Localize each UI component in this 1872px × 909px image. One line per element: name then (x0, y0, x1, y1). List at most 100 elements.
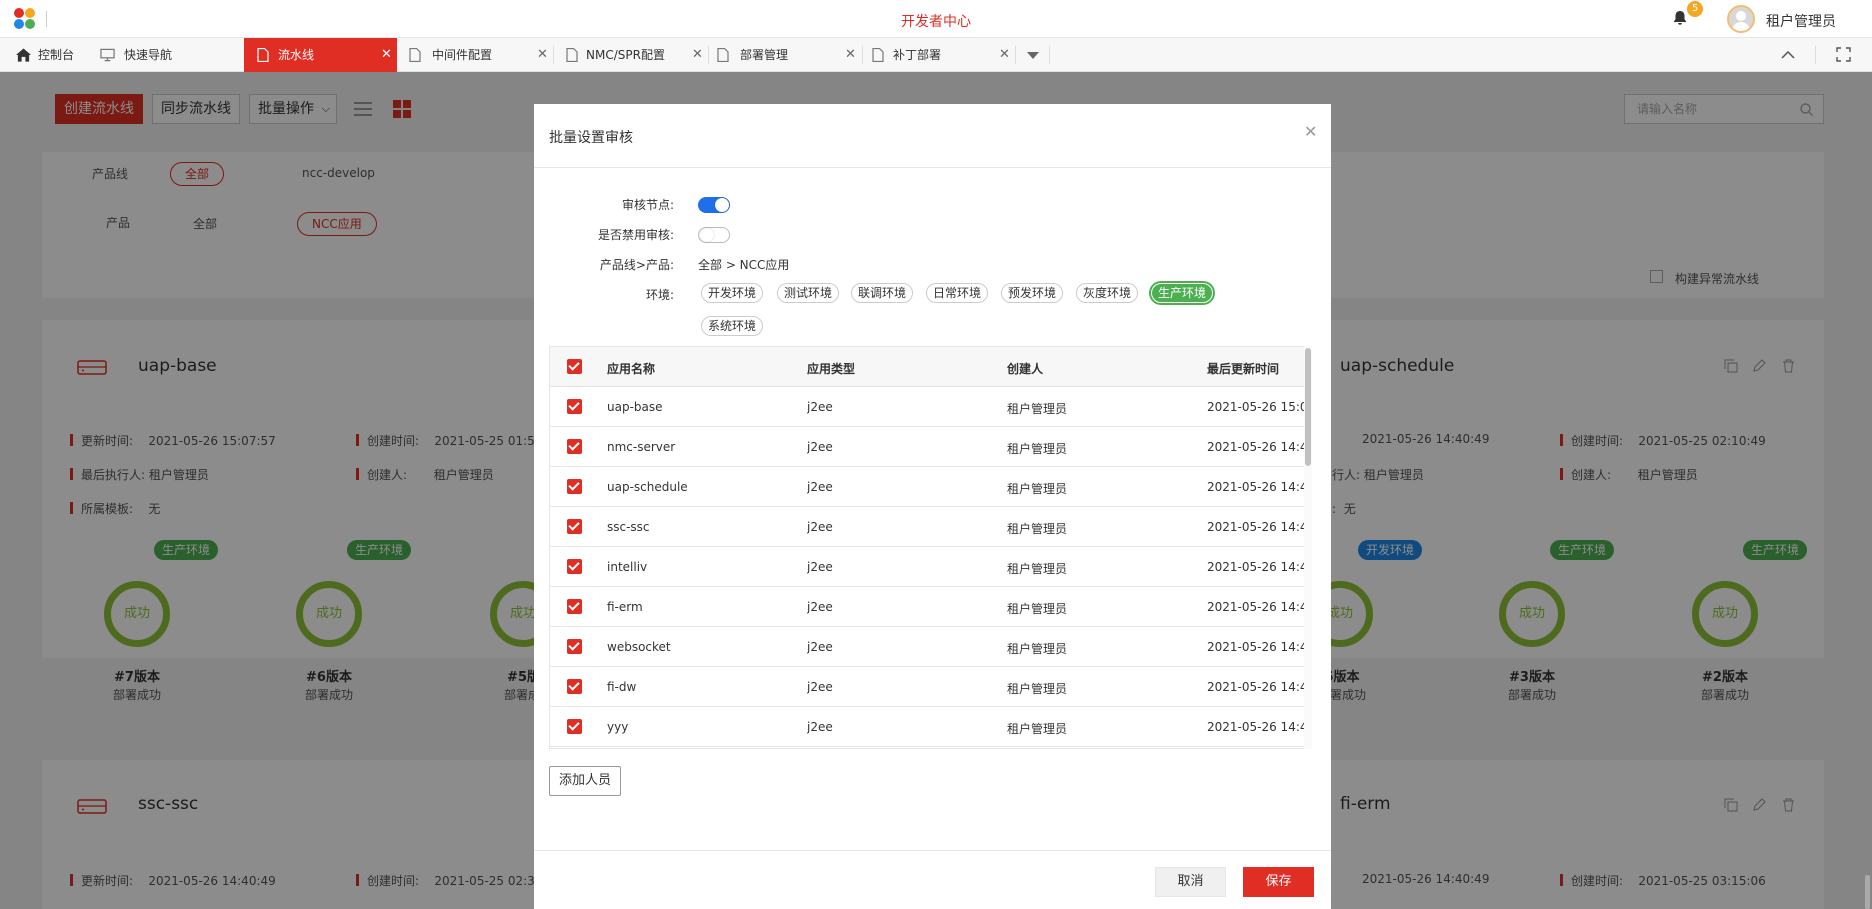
audit-node-toggle[interactable] (698, 197, 730, 213)
env-chip-test[interactable]: 测试环境 (777, 283, 840, 303)
env-chip-gray[interactable]: 灰度环境 (1076, 283, 1139, 303)
table-row[interactable]: websocket j2ee 租户管理员 2021-05-26 14:40: (550, 627, 1309, 667)
tab-console[interactable]: 控制台 (0, 38, 98, 72)
row-checkbox[interactable] (567, 399, 582, 414)
bell-icon[interactable] (1672, 10, 1688, 26)
row-checkbox[interactable] (567, 639, 582, 654)
tab-deploy-mgmt[interactable]: 部署管理 ✕ (709, 38, 862, 72)
cell-app-name: nmc-server (607, 440, 676, 454)
add-person-button[interactable]: 添加人员 (549, 766, 621, 796)
fullscreen-icon[interactable] (1836, 47, 1851, 62)
row-checkbox[interactable] (567, 679, 582, 694)
table-row[interactable]: nmc-server j2ee 租户管理员 2021-05-26 14:40: (550, 427, 1309, 467)
table-row[interactable]: fi-erm j2ee 租户管理员 2021-05-26 14:40: (550, 587, 1309, 627)
cell-creator: 租户管理员 (1007, 482, 1068, 496)
cell-app-name: uap-base (607, 400, 663, 414)
scroll-thumb[interactable] (1305, 348, 1311, 466)
app-title: 开发者中心 (901, 14, 971, 30)
env-chip-pre[interactable]: 预发环境 (1001, 283, 1064, 303)
tab-label: 中间件配置 (432, 48, 493, 62)
tab-quick-nav[interactable]: 快速导航 (98, 38, 244, 72)
env-chip-prod[interactable]: 生产环境 (1151, 283, 1214, 303)
row-checkbox[interactable] (567, 599, 582, 614)
user-name[interactable]: 租户管理员 (1766, 11, 1836, 31)
table-row[interactable]: ssc-ssc j2ee 租户管理员 2021-05-26 14:40: (550, 507, 1309, 547)
tab-middleware[interactable]: 中间件配置 ✕ (397, 38, 553, 72)
cell-app-type: j2ee (807, 440, 833, 454)
table-scrollbar[interactable] (1304, 346, 1312, 749)
env-chip-daily[interactable]: 日常环境 (926, 283, 989, 303)
cell-app-type: j2ee (807, 520, 833, 534)
page-scrollbar[interactable] (1865, 875, 1870, 909)
cell-creator: 租户管理员 (1007, 402, 1068, 416)
chevron-down-icon (1027, 52, 1039, 59)
close-icon[interactable]: ✕ (1304, 122, 1317, 141)
close-icon[interactable]: ✕ (381, 38, 392, 72)
env-chip-dev[interactable]: 开发环境 (701, 283, 764, 303)
audit-node-label: 审核节点: (621, 198, 674, 212)
file-icon (257, 48, 269, 62)
column-header-app-type[interactable]: 应用类型 (807, 360, 855, 377)
tab-label: 流水线 (278, 48, 315, 62)
cell-app-name: fi-dw (607, 680, 637, 694)
tab-pipeline[interactable]: 流水线 ✕ (244, 38, 397, 72)
column-header-creator[interactable]: 创建人 (1007, 360, 1043, 377)
cell-app-name: uap-schedule (607, 480, 688, 494)
row-checkbox[interactable] (567, 519, 582, 534)
row-checkbox[interactable] (567, 719, 582, 734)
path-label: 产品线>产品: (599, 258, 674, 272)
tab-label: 补丁部署 (893, 48, 942, 62)
cell-app-name: ssc-ssc (607, 520, 650, 534)
tab-label: NMC/SPR配置 (586, 48, 665, 62)
cell-updated: 2021-05-26 15:07: (1207, 400, 1307, 414)
cell-creator: 租户管理员 (1007, 682, 1068, 696)
close-icon[interactable]: ✕ (537, 38, 548, 72)
cell-app-type: j2ee (807, 400, 833, 414)
cell-creator: 租户管理员 (1007, 562, 1068, 576)
disable-audit-label: 是否禁用审核: (597, 228, 674, 242)
table-row[interactable]: fi-dw j2ee 租户管理员 2021-05-26 14:40: (550, 667, 1309, 707)
table-row[interactable]: uap-base j2ee 租户管理员 2021-05-26 15:07: (550, 387, 1309, 427)
table-row[interactable]: uap-schedule j2ee 租户管理员 2021-05-26 14:40: (550, 467, 1309, 507)
file-icon (566, 48, 578, 62)
cell-updated: 2021-05-26 14:40: (1207, 520, 1307, 534)
cancel-button[interactable]: 取消 (1155, 867, 1226, 897)
tab-nmc-spr[interactable]: NMC/SPR配置 ✕ (554, 38, 708, 72)
tab-label: 部署管理 (740, 48, 789, 62)
modal-footer-divider (534, 850, 1331, 851)
top-bar: 开发者中心 5 租户管理员 (0, 0, 1872, 38)
close-icon[interactable]: ✕ (845, 38, 856, 72)
save-button[interactable]: 保存 (1243, 867, 1314, 897)
cell-creator: 租户管理员 (1007, 442, 1068, 456)
column-header-updated[interactable]: 最后更新时间 (1207, 360, 1279, 377)
disable-audit-toggle[interactable] (698, 227, 730, 243)
close-icon[interactable]: ✕ (999, 38, 1010, 72)
notification-badge: 5 (1687, 1, 1703, 17)
tab-divider (1815, 46, 1816, 64)
table-row[interactable]: yyy j2ee 租户管理员 2021-05-26 14:40: (550, 707, 1309, 747)
row-checkbox[interactable] (567, 559, 582, 574)
tab-bar: 控制台 快速导航 流水线 ✕ 中间件配置 ✕ NMC/SPR配置 ✕ 部署管理 … (0, 38, 1872, 72)
cell-updated: 2021-05-26 14:40: (1207, 680, 1307, 694)
cell-app-type: j2ee (807, 640, 833, 654)
cell-app-name: intelliv (607, 560, 648, 574)
env-chip-integration[interactable]: 联调环境 (851, 283, 914, 303)
row-checkbox[interactable] (567, 479, 582, 494)
cell-app-type: j2ee (807, 480, 833, 494)
column-header-app-name[interactable]: 应用名称 (607, 360, 655, 377)
tab-divider (1049, 46, 1050, 64)
monitor-icon (100, 48, 115, 62)
row-checkbox[interactable] (567, 439, 582, 454)
close-icon[interactable]: ✕ (692, 38, 703, 72)
avatar[interactable] (1727, 5, 1755, 33)
select-all-checkbox[interactable] (567, 359, 582, 374)
cell-updated: 2021-05-26 14:40: (1207, 480, 1307, 494)
tab-label: 控制台 (38, 48, 75, 62)
cell-app-type: j2ee (807, 600, 833, 614)
cell-app-type: j2ee (807, 560, 833, 574)
env-chip-system[interactable]: 系统环境 (701, 316, 764, 336)
chevron-up-icon[interactable] (1781, 51, 1795, 59)
tab-more-dropdown[interactable] (1016, 38, 1050, 72)
tab-patch-deploy[interactable]: 补丁部署 ✕ (863, 38, 1015, 72)
table-row[interactable]: intelliv j2ee 租户管理员 2021-05-26 14:40: (550, 547, 1309, 587)
